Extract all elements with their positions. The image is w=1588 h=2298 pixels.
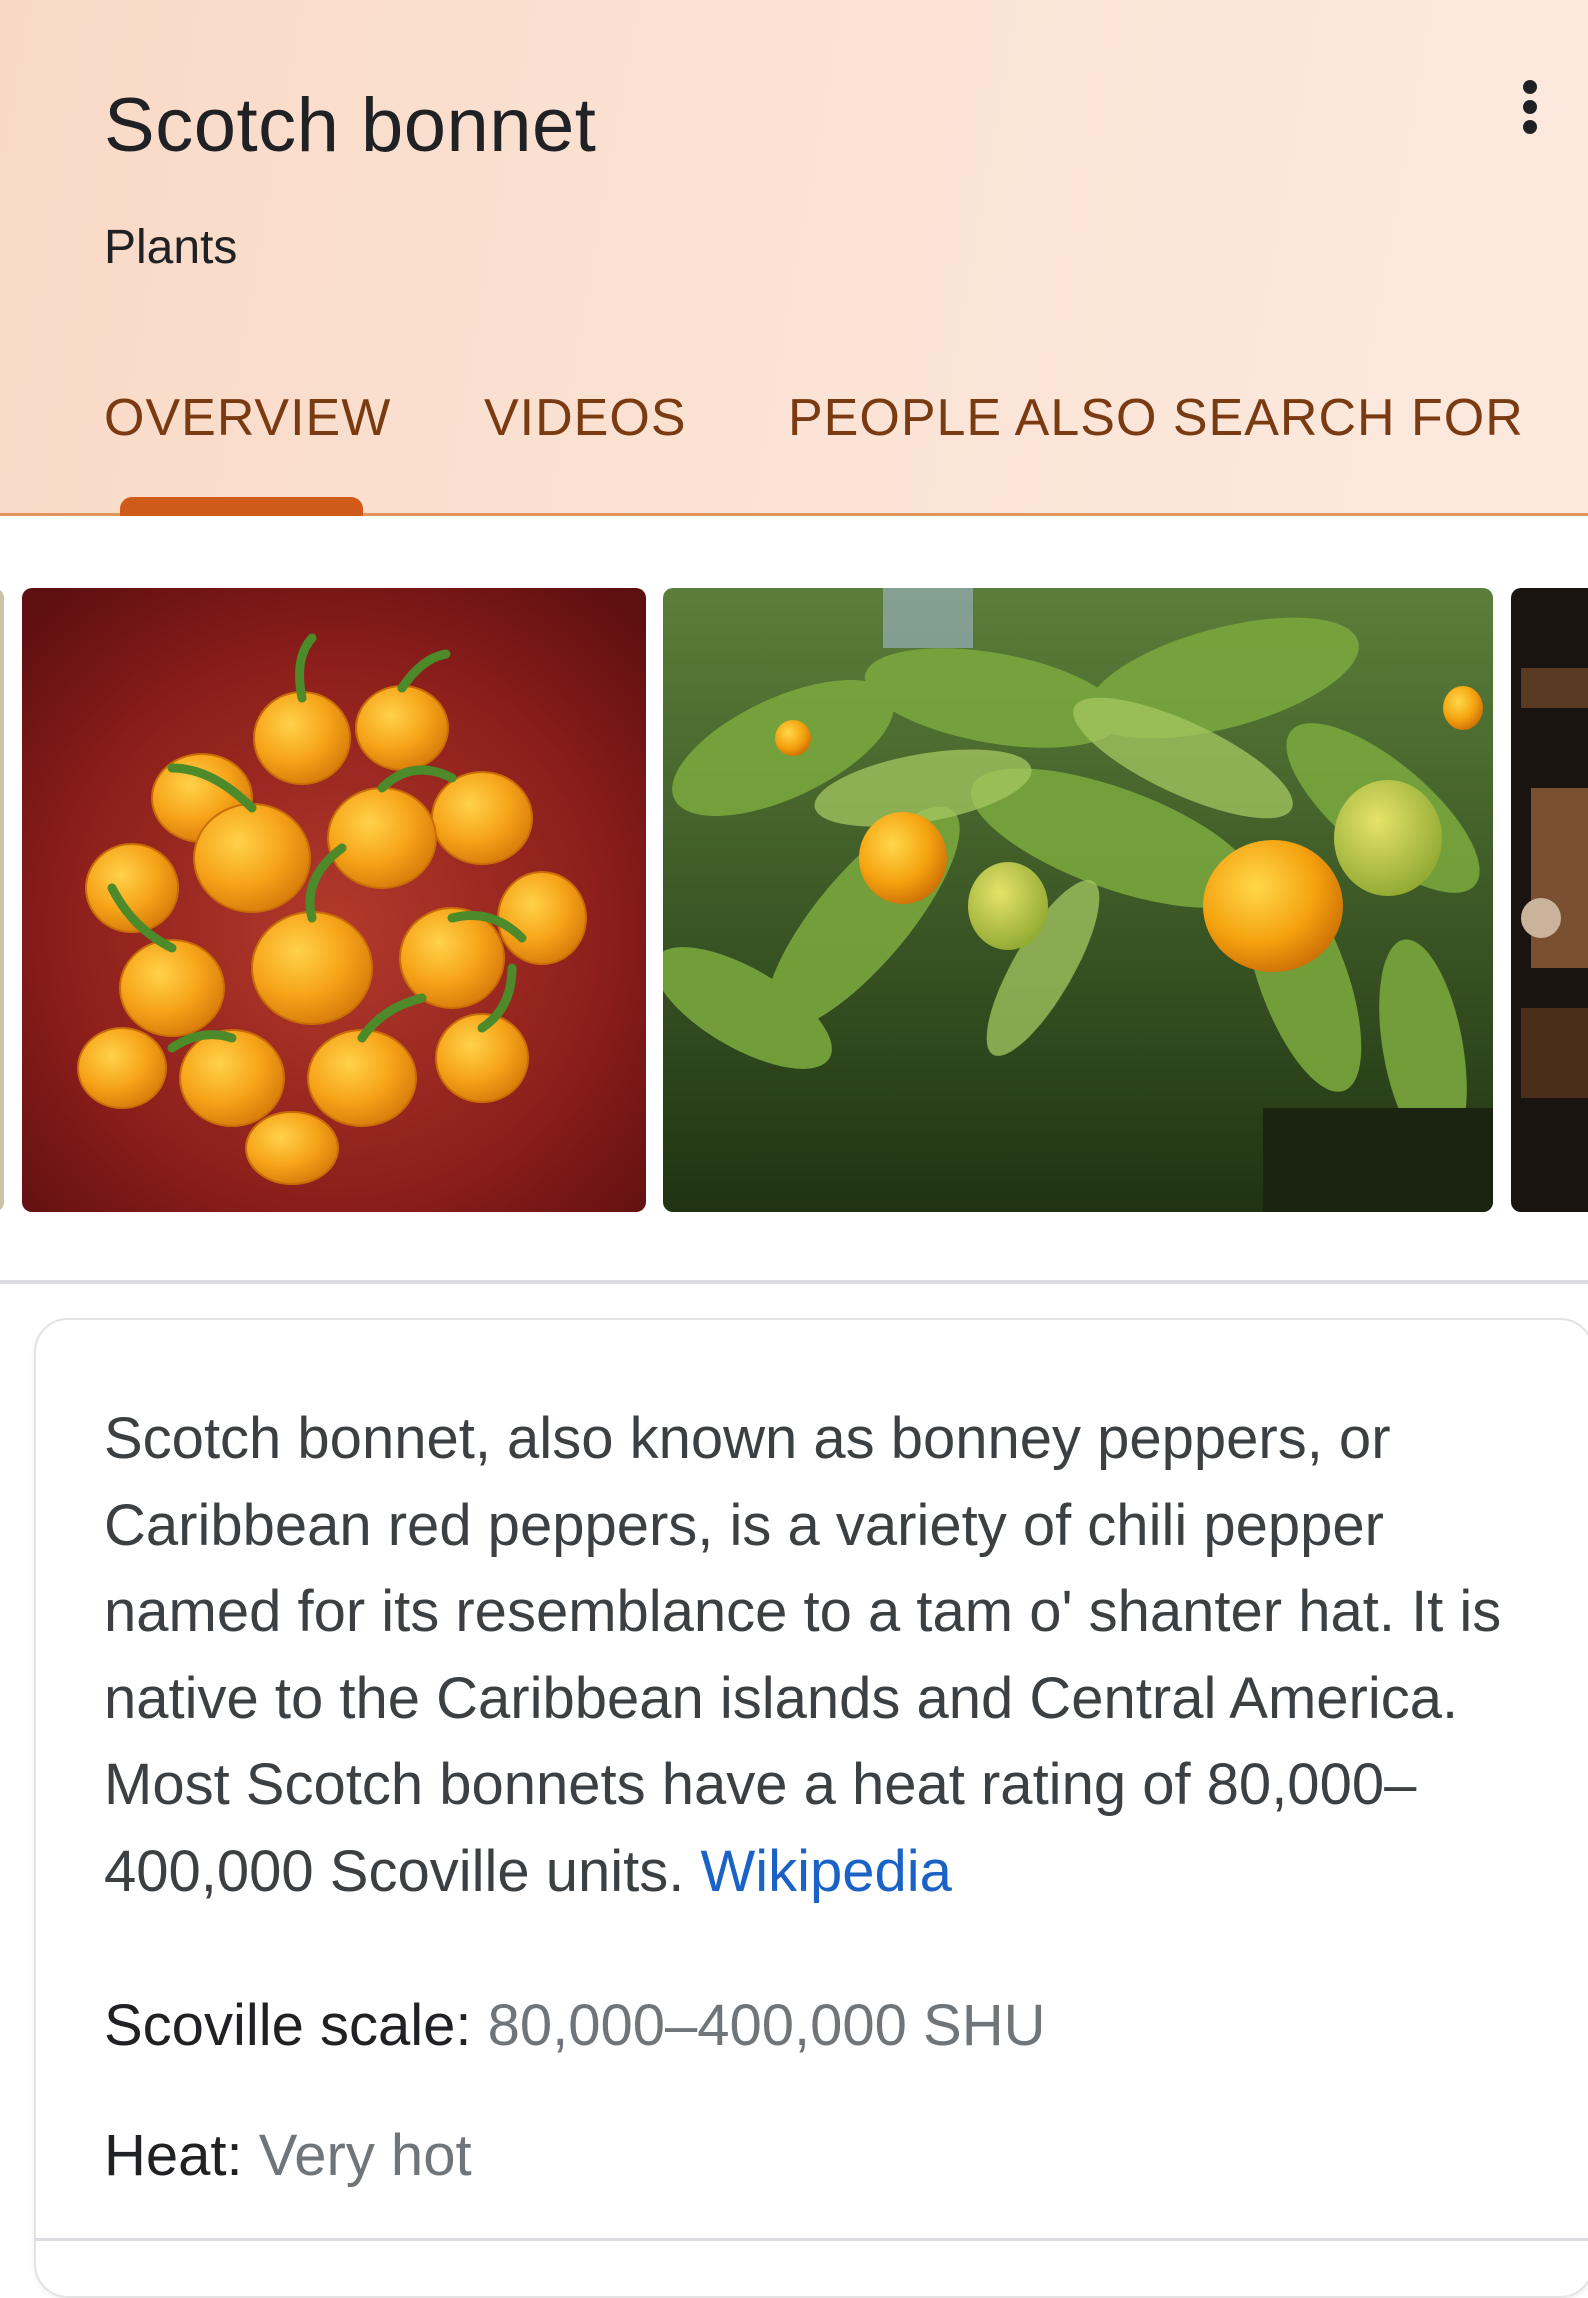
image-carousel[interactable]: [0, 588, 1588, 1214]
fact-value[interactable]: 80,000–400,000 SHU: [488, 1993, 1046, 2058]
active-tab-indicator: [120, 497, 363, 516]
wikipedia-source-link[interactable]: Wikipedia: [701, 1839, 952, 1904]
description-text: Scotch bonnet, also known as bonney pepp…: [104, 1406, 1502, 1904]
pepper-plant-illustration: [663, 588, 1493, 1212]
partial-next-image-illustration: [1521, 668, 1588, 1098]
entity-description: Scotch bonnet, also known as bonney pepp…: [104, 1396, 1534, 1915]
dot: [1523, 100, 1537, 114]
card-divider: [34, 2238, 1588, 2241]
entity-category: Plants: [104, 221, 238, 274]
bowl-of-yellow-peppers-illustration: [22, 588, 646, 1212]
fact-scoville-scale: Scoville scale: 80,000–400,000 SHU: [104, 1992, 1046, 2059]
entity-title: Scotch bonnet: [104, 83, 597, 168]
tab-overview[interactable]: OVERVIEW: [104, 388, 391, 448]
partial-previous-image[interactable]: [0, 588, 4, 1212]
dot: [1523, 120, 1537, 134]
tab-videos[interactable]: VIDEOS: [484, 388, 687, 448]
knowledge-panel-header: Scotch bonnet Plants OVERVIEW VIDEOS PEO…: [0, 0, 1588, 516]
dot: [1523, 80, 1537, 94]
section-divider: [0, 1280, 1588, 1284]
fact-label: Heat:: [104, 2123, 243, 2188]
fact-value[interactable]: Very hot: [259, 2123, 472, 2188]
partial-next-image[interactable]: [1511, 588, 1588, 1212]
pepper-plant-image[interactable]: [663, 588, 1493, 1212]
tab-people-also-search-for[interactable]: PEOPLE ALSO SEARCH FOR: [788, 388, 1524, 448]
bowl-of-yellow-peppers-image[interactable]: [22, 588, 646, 1212]
more-options-icon[interactable]: [1500, 72, 1560, 142]
fact-heat: Heat: Very hot: [104, 2122, 472, 2189]
fact-label: Scoville scale:: [104, 1993, 472, 2058]
